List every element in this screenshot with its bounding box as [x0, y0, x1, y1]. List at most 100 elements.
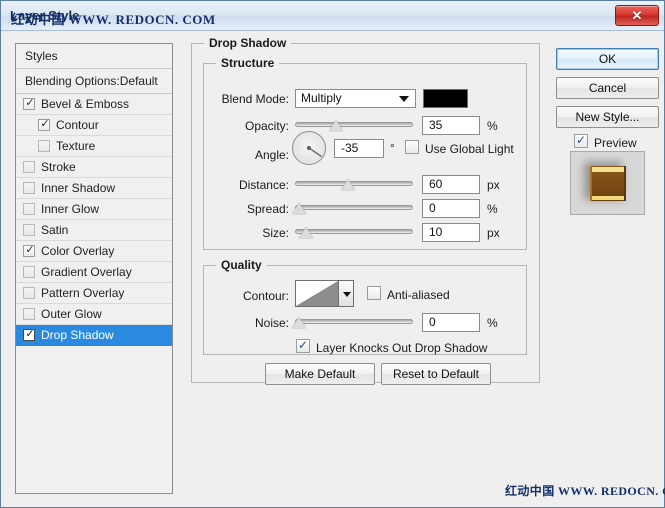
contour-preset-thumbnail[interactable] [295, 280, 339, 307]
checkbox-icon[interactable] [38, 140, 50, 152]
style-item-inner-shadow[interactable]: Inner Shadow [16, 178, 172, 199]
blend-mode-label: Blend Mode: [221, 92, 289, 106]
style-item-bevel-emboss[interactable]: Bevel & Emboss [16, 94, 172, 115]
checkbox-icon[interactable] [23, 243, 36, 257]
layer-knockout-checkbox[interactable] [296, 338, 310, 353]
style-item-pattern-overlay[interactable]: Pattern Overlay [16, 283, 172, 304]
spread-unit: % [487, 202, 498, 216]
title-watermark: 红动中国 WWW. REDOCN. COM [11, 12, 216, 27]
slider-track [295, 319, 413, 324]
checkbox-icon[interactable] [23, 203, 35, 215]
ok-button[interactable]: OK [556, 48, 659, 70]
spread-input[interactable]: 0 [422, 199, 480, 218]
style-item-label: Inner Shadow [41, 181, 116, 195]
size-unit: px [487, 226, 500, 240]
chevron-down-icon [399, 96, 409, 102]
size-input[interactable]: 10 [422, 223, 480, 242]
checkbox-icon[interactable] [23, 96, 36, 110]
noise-label: Noise: [254, 316, 289, 330]
distance-input[interactable]: 60 [422, 175, 480, 194]
angle-dial[interactable] [292, 131, 326, 165]
style-item-texture[interactable]: Texture [16, 136, 172, 157]
slider-track [295, 205, 413, 210]
close-button[interactable]: ✕ [615, 5, 659, 26]
angle-input[interactable]: -35 [334, 139, 384, 158]
blend-mode-value: Multiply [301, 91, 342, 105]
noise-slider[interactable] [291, 314, 413, 330]
bottom-watermark: 红动中国 WWW. REDOCN. COM [505, 484, 665, 498]
checkbox-icon[interactable] [23, 287, 35, 299]
checkbox-icon[interactable] [23, 224, 35, 236]
style-item-label: Texture [56, 139, 96, 153]
slider-track [295, 122, 413, 127]
preview-checkbox[interactable] [574, 133, 588, 148]
layer-knockout-label: Layer Knocks Out Drop Shadow [316, 341, 488, 355]
angle-dial-icon [307, 146, 322, 158]
style-item-satin[interactable]: Satin [16, 220, 172, 241]
styles-header: Styles [16, 44, 172, 69]
drop-shadow-settings-panel: Drop Shadow Structure Blend Mode: Multip… [191, 36, 540, 494]
styles-list-panel[interactable]: Styles Blending Options:Default Bevel & … [15, 43, 173, 494]
style-item-contour[interactable]: Contour [16, 115, 172, 136]
noise-unit: % [487, 316, 498, 330]
close-icon: ✕ [631, 8, 643, 23]
checkbox-icon[interactable] [38, 117, 51, 131]
slider-thumb[interactable] [341, 179, 356, 190]
style-item-outer-glow[interactable]: Outer Glow [16, 304, 172, 325]
slider-thumb[interactable] [291, 317, 306, 328]
checkbox-icon[interactable] [23, 182, 35, 194]
contour-label: Contour: [242, 289, 289, 303]
checkbox-icon[interactable] [23, 327, 36, 341]
style-item-label: Bevel & Emboss [41, 97, 130, 111]
blending-options-row[interactable]: Blending Options:Default [16, 69, 172, 94]
slider-thumb[interactable] [291, 203, 306, 214]
quality-group-title: Quality [216, 258, 267, 272]
spread-label: Spread: [246, 202, 289, 216]
style-item-color-overlay[interactable]: Color Overlay [16, 241, 172, 262]
drop-shadow-group-title: Drop Shadow [204, 36, 292, 50]
cancel-button[interactable]: Cancel [556, 77, 659, 99]
blend-mode-select[interactable]: Multiply [295, 89, 416, 108]
size-slider[interactable] [295, 224, 413, 240]
distance-unit: px [487, 178, 500, 192]
size-label: Size: [262, 226, 289, 240]
anti-aliased-checkbox[interactable] [367, 286, 381, 300]
style-preview-thumbnail [570, 151, 645, 215]
contour-dropdown-button[interactable] [338, 280, 354, 307]
style-item-stroke[interactable]: Stroke [16, 157, 172, 178]
style-item-label: Outer Glow [41, 307, 102, 321]
reset-to-default-button[interactable]: Reset to Default [381, 363, 491, 385]
style-item-label: Contour [56, 118, 99, 132]
layer-style-dialog: Layer Style 红动中国 WWW. REDOCN. COM ✕ Styl… [0, 0, 665, 508]
slider-thumb[interactable] [329, 120, 344, 131]
contour-curve-icon [296, 281, 338, 306]
new-style-button[interactable]: New Style... [556, 106, 659, 128]
shadow-color-swatch[interactable] [423, 89, 468, 108]
style-item-inner-glow[interactable]: Inner Glow [16, 199, 172, 220]
style-item-label: Color Overlay [41, 244, 115, 258]
distance-label: Distance: [238, 178, 289, 192]
use-global-light-checkbox[interactable] [405, 140, 419, 154]
style-item-gradient-overlay[interactable]: Gradient Overlay [16, 262, 172, 283]
style-item-label: Satin [41, 223, 69, 237]
checkbox-icon[interactable] [23, 266, 35, 278]
checkbox-icon[interactable] [23, 308, 35, 320]
distance-slider[interactable] [295, 176, 413, 192]
opacity-label: Opacity: [244, 119, 289, 133]
style-item-label: Inner Glow [41, 202, 100, 216]
make-default-button[interactable]: Make Default [265, 363, 375, 385]
opacity-unit: % [487, 119, 498, 133]
angle-label: Angle: [254, 148, 289, 162]
title-bar: Layer Style 红动中国 WWW. REDOCN. COM ✕ [1, 1, 664, 31]
style-item-label: Gradient Overlay [41, 265, 132, 279]
style-item-drop-shadow[interactable]: Drop Shadow [16, 325, 172, 346]
slider-thumb[interactable] [298, 227, 313, 238]
style-item-label: Stroke [41, 160, 76, 174]
noise-input[interactable]: 0 [422, 313, 480, 332]
use-global-light-label: Use Global Light [425, 142, 514, 156]
spread-slider[interactable] [291, 200, 413, 216]
opacity-input[interactable]: 35 [422, 116, 480, 135]
checkbox-icon[interactable] [23, 161, 35, 173]
anti-aliased-label: Anti-aliased [387, 288, 450, 302]
angle-unit: ° [390, 141, 395, 155]
